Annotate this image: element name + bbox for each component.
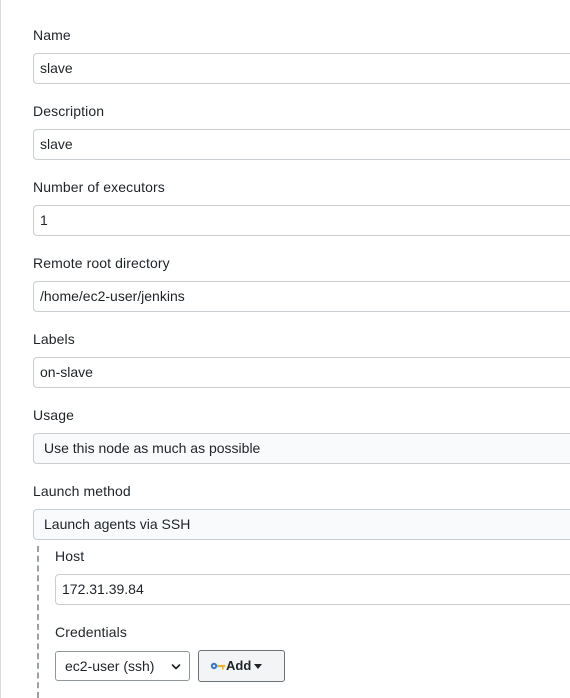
executors-label: Number of executors: [33, 179, 165, 195]
description-label: Description: [33, 103, 105, 119]
name-input[interactable]: slave: [33, 53, 570, 84]
credentials-selected-value: ec2-user (ssh): [65, 658, 155, 674]
remote-root-input[interactable]: /home/ec2-user/jenkins: [33, 281, 570, 312]
executors-input[interactable]: 1: [33, 205, 570, 236]
usage-label: Usage: [33, 407, 74, 423]
caret-down-icon: [254, 664, 262, 669]
host-label: Host: [55, 548, 85, 564]
launch-method-label: Launch method: [33, 483, 131, 499]
credentials-select[interactable]: ec2-user (ssh): [55, 651, 190, 681]
host-input[interactable]: 172.31.39.84: [55, 574, 570, 605]
credentials-label: Credentials: [55, 624, 127, 640]
node-configuration-form: Name slave Description slave Number of e…: [0, 0, 570, 698]
usage-select[interactable]: Use this node as much as possible: [33, 433, 570, 464]
key-icon: [210, 662, 226, 670]
chevron-down-icon: [171, 664, 181, 670]
labels-input[interactable]: on-slave: [33, 357, 570, 388]
description-input[interactable]: slave: [33, 129, 570, 160]
launch-method-select[interactable]: Launch agents via SSH: [33, 509, 570, 540]
add-button-label: Add: [226, 658, 252, 673]
add-credentials-button[interactable]: Add: [198, 650, 285, 682]
page-edge-divider: [0, 0, 1, 698]
remote-root-label: Remote root directory: [33, 255, 170, 271]
labels-label: Labels: [33, 331, 75, 347]
name-label: Name: [33, 27, 71, 43]
nested-section-divider: [37, 546, 39, 698]
